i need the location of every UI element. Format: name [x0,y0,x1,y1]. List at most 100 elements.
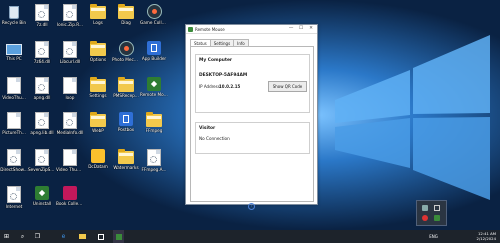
file-icon [7,77,21,94]
desktop-icon[interactable]: Video Thumbne... [56,148,84,182]
desktop-icon[interactable]: WebP [84,111,112,145]
uninstall-icon [35,186,49,200]
desktop-icon-label: Internet [5,204,23,209]
desktop-icon-label: App Builder [141,56,167,61]
desktop-icon[interactable]: SevenZipSh... [28,148,56,182]
edge-browser-icon[interactable]: e [58,230,69,243]
desktop-icon[interactable]: Recycle Bin [0,3,28,37]
desktop-icon-label: Photo Mechanic [112,57,140,62]
desktop-icon-label: FFmpeg.A... [141,167,167,172]
visitor-group: Visitor No Connection [195,122,310,154]
desktop-icon[interactable]: MediaInfo.dll [56,111,84,145]
desktop-icon-label: MediaInfo.dll [56,130,84,135]
desktop-icon[interactable]: App Builder [140,40,168,74]
desktop-icon[interactable]: Libcurl.dll [56,40,84,74]
desktop-icon-label: PictureTh... [2,130,26,135]
file-explorer-icon[interactable] [77,230,88,243]
desktop-icon[interactable]: Postbox [112,111,140,145]
desktop-icon[interactable]: Logs [84,3,112,37]
desktop-icon[interactable]: 7z64.dll [28,40,56,74]
remote-mouse-taskbar-icon[interactable] [113,230,124,243]
desktop-icon[interactable]: Options [84,40,112,74]
gear-icon [38,11,45,18]
dcdatam-icon [91,149,105,163]
desktop-icon[interactable]: Internet [0,185,28,219]
window-titlebar[interactable]: Remote Mouse — ☐ ✕ [186,25,317,34]
desktop-icon[interactable]: Book Collector [56,185,84,219]
minimize-button[interactable]: — [286,25,296,33]
ip-address-label: IP Address: [199,84,222,89]
search-icon[interactable]: ⌕ [17,230,28,243]
gear-icon [66,48,73,55]
clock[interactable]: 12:41 AM 2/12/2024 [477,231,496,241]
start-button[interactable]: ⊞ [1,230,12,243]
desktop-icon-label: FFmpeg [145,128,163,133]
store-icon[interactable] [95,230,106,243]
desktop-icon[interactable]: PMSRecep... [112,76,140,110]
folder-icon [90,4,106,19]
clock-date: 2/12/2024 [476,236,496,241]
dll-file-icon [35,149,49,166]
remote-mouse-window[interactable]: Remote Mouse — ☐ ✕ Status Settings Info My… [185,24,318,210]
help-icon[interactable]: ? [248,203,255,210]
close-button[interactable]: ✕ [306,25,316,33]
tab-strip: Status Settings Info [190,39,249,48]
desktop-icon-label: DcDatam [88,164,108,169]
desktop-icon[interactable]: Settings [84,76,112,110]
language-indicator[interactable]: ENG [428,230,439,243]
tray-remote-mouse-icon[interactable] [434,215,440,221]
hostname-value: DESKTOP-5AF94AM [199,73,248,78]
app-builder-icon [147,41,161,55]
book-collector-icon [63,186,77,200]
desktop-icon[interactable]: This PC [0,40,28,74]
desktop-icon[interactable]: Photo Mechanic [112,40,140,74]
dll-file-icon [7,186,21,203]
remote-mouse-app-icon [188,26,193,32]
show-qr-code-button[interactable]: Show QR Code [268,81,307,92]
desktop-icon[interactable]: lonic.Zip.R... [56,3,84,37]
desktop-icon[interactable]: apng.dll [28,76,56,110]
desktop-icon[interactable]: Diag [112,3,140,37]
desktop-icon-label: Settings [89,93,107,98]
dll-file-icon [35,4,49,21]
folder-icon [90,112,106,127]
postbox-icon [119,112,133,126]
desktop-icon-label: Uninstall [32,201,52,206]
desktop-icon[interactable]: FFmpeg.A... [140,148,168,182]
desktop-icon[interactable]: FFmpeg [140,111,168,145]
maximize-button[interactable]: ☐ [296,25,306,33]
recycle-bin-icon [9,6,19,19]
desktop-icon[interactable]: DcDatam [84,148,112,182]
gear-icon [150,156,157,163]
dll-file-icon [63,41,77,58]
desktop-icon[interactable]: Watermarks [112,148,140,182]
desktop-icon-label: 7z64.dll [33,59,51,64]
gear-icon [10,156,17,163]
desktop-icon[interactable]: loop [56,76,84,110]
tray-network-icon[interactable] [434,205,440,211]
file-icon [63,77,77,94]
tray-security-icon[interactable] [422,215,428,221]
desktop-icon[interactable]: PictureTh... [0,111,28,145]
desktop-icon[interactable]: VideoThu... [0,76,28,110]
desktop-icon[interactable]: Remote Mouse [140,76,168,110]
desktop-icon[interactable]: 7z.dll [28,3,56,37]
folder-icon [90,77,106,92]
desktop-icon[interactable]: DirectShow... [0,148,28,182]
dll-file-icon [35,77,49,94]
desktop-icon-label: loop [65,95,75,100]
desktop-icon[interactable]: Uninstall [28,185,56,219]
desktop-icon-label: Video Thumbne... [56,167,84,172]
task-view-icon[interactable]: ❐ [32,230,43,243]
desktop-icon-label: lonic.Zip.R... [57,22,83,27]
desktop-icon-label: This PC [6,56,22,61]
desktop-icon-label: DirectShow... [0,167,28,172]
taskbar: ⊞ ⌕ ❐ e ENG 12:41 AM 2/12/2024 [0,230,500,243]
desktop-icon-label: SevenZipSh... [28,167,56,172]
dll-file-icon [147,149,161,166]
desktop-icon[interactable]: Game Collector [140,3,168,37]
desktop-icon-label: Libcurl.dll [59,59,81,64]
remote-mouse-icon [147,77,161,91]
desktop-icon[interactable]: apng.lib.dll [28,111,56,145]
tray-app-icon[interactable] [422,205,428,211]
